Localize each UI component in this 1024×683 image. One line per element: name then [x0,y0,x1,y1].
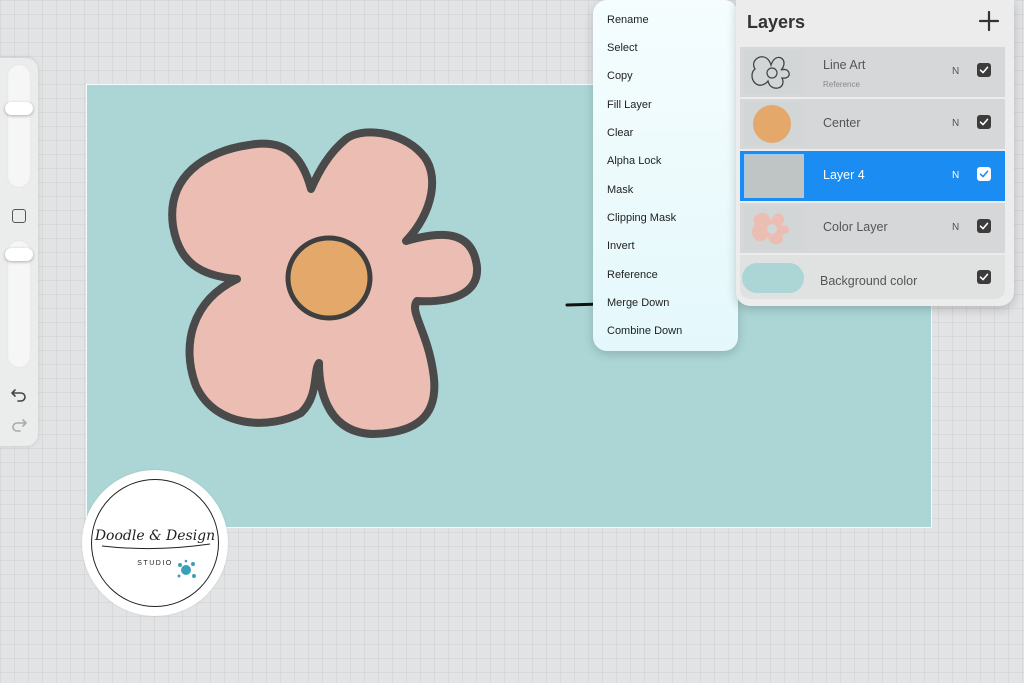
menu-clear[interactable]: Clear [607,126,633,140]
menu-merge-down[interactable]: Merge Down [607,296,669,310]
visibility-checkbox[interactable] [977,115,991,129]
visibility-checkbox[interactable] [977,167,991,181]
menu-select[interactable]: Select [607,41,638,55]
blend-mode-button[interactable]: N [952,170,959,181]
menu-clipping-mask[interactable]: Clipping Mask [607,211,676,225]
menu-invert[interactable]: Invert [607,239,635,253]
layer-row-color-layer[interactable]: Color Layer N [740,203,1005,253]
blend-mode-button[interactable]: N [952,66,959,77]
brush-size-slider[interactable] [5,64,33,188]
layer-row-line-art[interactable]: Line Art Reference N [740,47,1005,97]
flower-center [285,235,373,321]
plus-icon[interactable] [976,8,1002,34]
layer-row-center[interactable]: Center N [740,99,1005,149]
logo-studio-text: STUDIO [137,560,172,567]
background-color-row[interactable]: Background color [740,255,1005,299]
layer-subtitle: Reference [823,80,860,89]
opacity-thumb[interactable] [5,248,33,261]
redo-icon[interactable] [10,416,28,432]
layer-thumbnail [744,102,804,146]
opacity-slider[interactable] [5,240,33,368]
logo-artwork: Doodle & Design STUDIO [94,528,215,578]
layers-panel: Layers Line Art Reference N Center N Lay [736,0,1014,306]
layer-name: Layer 4 [823,168,865,182]
menu-rename[interactable]: Rename [607,13,649,27]
menu-combine-down[interactable]: Combine Down [607,324,682,338]
visibility-checkbox[interactable] [977,270,991,284]
menu-copy[interactable]: Copy [607,69,633,83]
logo-splash [177,559,196,578]
undo-icon[interactable] [10,386,28,402]
menu-alpha-lock[interactable]: Alpha Lock [607,154,661,168]
menu-mask[interactable]: Mask [607,183,633,197]
layer-thumbnail [744,206,804,250]
menu-reference[interactable]: Reference [607,268,658,282]
layer-name: Color Layer [823,220,888,234]
menu-fill-layer[interactable]: Fill Layer [607,98,652,112]
layer-name: Line Art [823,58,866,72]
blend-mode-button[interactable]: N [952,118,959,129]
layer-row-layer-4[interactable]: Layer 4 N [740,151,1005,201]
sidebar [0,58,38,446]
logo-script-text: Doodle & Design [94,528,215,544]
layer-thumbnail [744,50,804,94]
background-color-label: Background color [820,274,918,288]
visibility-checkbox[interactable] [977,219,991,233]
doodle-design-logo: Doodle & Design STUDIO [82,470,228,616]
layer-options-menu: Rename Select Copy Fill Layer Clear Alph… [593,0,738,351]
brush-size-thumb[interactable] [5,102,33,115]
visibility-checkbox[interactable] [977,63,991,77]
modify-button[interactable] [12,209,26,223]
background-color-swatch[interactable] [742,263,804,293]
layer-name: Center [823,116,861,130]
blend-mode-button[interactable]: N [952,222,959,233]
layers-title: Layers [747,12,806,32]
layer-thumbnail [744,154,804,198]
